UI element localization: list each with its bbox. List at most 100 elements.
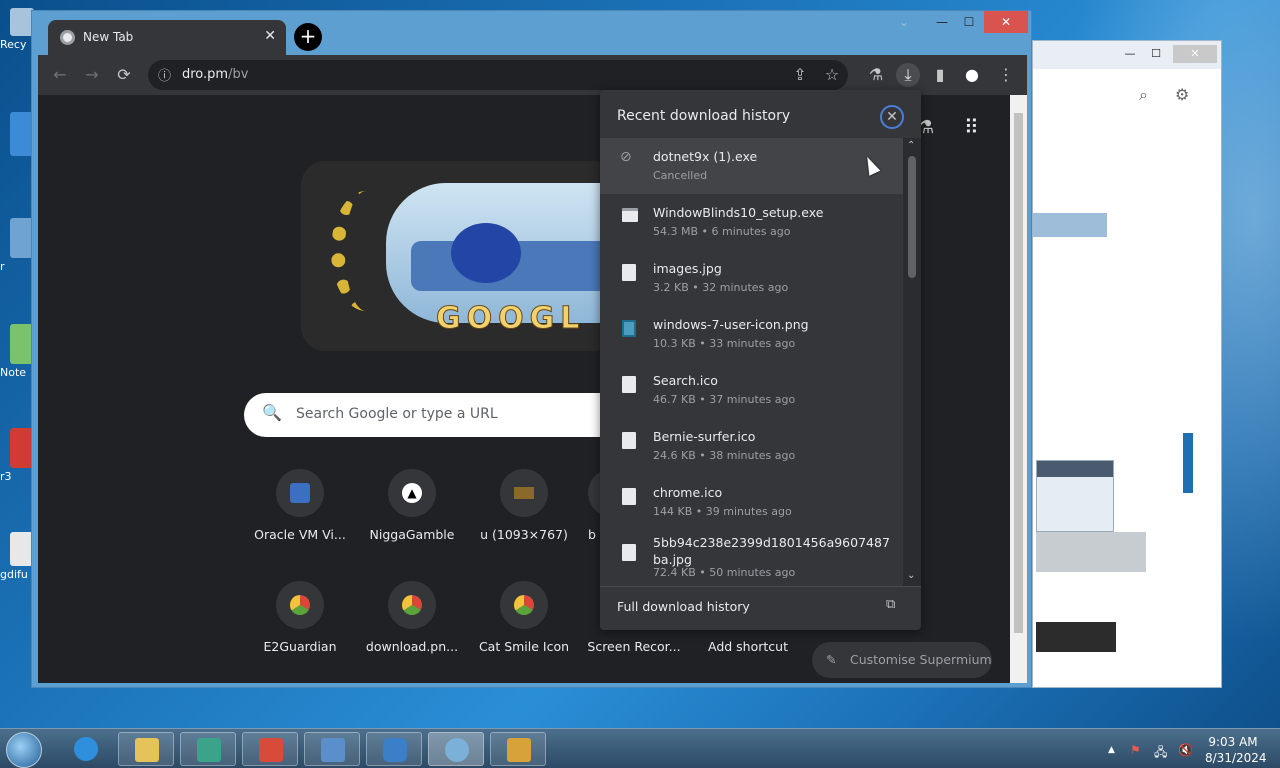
maximize-button[interactable]: ☐ [1143, 45, 1169, 63]
profile-icon[interactable]: ● [960, 63, 984, 87]
share-icon[interactable]: ⇪ [788, 63, 812, 87]
file-icon [622, 264, 636, 281]
taskbar-app-supermium[interactable] [428, 732, 484, 766]
panel-close-button[interactable]: ✕ [880, 105, 904, 129]
folder-icon [135, 738, 159, 762]
shortcut-icon-wrap [388, 581, 436, 629]
site-info-icon[interactable]: ⓘ [158, 65, 171, 84]
scrollbar-thumb[interactable] [908, 156, 916, 278]
taskbar-app-search[interactable] [366, 732, 422, 766]
desktop-icon-notepad[interactable]: Note [0, 324, 34, 379]
system-clock[interactable]: 9:03 AM 8/31/2024 [1205, 734, 1267, 766]
bookmark-star-icon[interactable]: ☆ [820, 63, 844, 87]
download-item[interactable]: WindowBlinds10_setup.exe 54.3 MB • 6 min… [600, 194, 903, 250]
search-placeholder: Search Google or type a URL [296, 406, 498, 422]
explorer-icon [507, 738, 531, 762]
network-icon[interactable]: 🖧 [1154, 743, 1167, 764]
taskbar-app-control-panel[interactable] [304, 732, 360, 766]
app-icon [259, 738, 283, 762]
taskbar-app-internet-explorer[interactable] [58, 732, 114, 766]
window-maximize-button[interactable]: ☐ [956, 11, 982, 33]
taskbar-app-explorer[interactable] [490, 732, 546, 766]
download-item[interactable]: ⊘ dotnet9x (1).exe Cancelled [600, 138, 903, 194]
shortcut-label: NiggaGamble [369, 527, 455, 542]
tray-expand-icon[interactable]: ▲ [1108, 745, 1115, 755]
back-button[interactable]: ← [48, 63, 72, 87]
minimize-button[interactable]: — [1117, 45, 1143, 63]
oracle-vm-icon [290, 483, 310, 503]
shortcut-icon-wrap [500, 469, 548, 517]
shortcut-cat-smile-icon[interactable]: Cat Smile Icon [468, 581, 580, 654]
magnifier-icon [383, 738, 407, 762]
doodle-logo-text: GOOGL [435, 301, 586, 337]
new-tab-button[interactable]: + [294, 23, 322, 51]
download-button[interactable]: ⤓ [896, 63, 920, 87]
desktop-icon-gdifu[interactable]: gdifu [0, 532, 34, 581]
page-scrollbar[interactable] [1010, 95, 1027, 683]
desktop-icon-r3[interactable]: r3 [0, 428, 34, 483]
tab-close-button[interactable]: ✕ [264, 28, 276, 44]
full-history-label: Full download history [617, 599, 750, 614]
mini-window-2[interactable] [1036, 622, 1116, 652]
download-status: 24.6 KB • 38 minutes ago [653, 449, 796, 462]
download-status: 72.4 KB • 50 minutes ago [653, 566, 796, 579]
download-status: 54.3 MB • 6 minutes ago [653, 225, 791, 238]
desktop-icon-2[interactable] [0, 112, 34, 158]
url-text: dro.pm/bv [182, 67, 248, 82]
close-button[interactable]: ✕ [1173, 45, 1217, 63]
background-window-titlebar[interactable]: — ☐ ✕ [1033, 41, 1221, 69]
start-button[interactable] [6, 732, 42, 768]
window-close-button[interactable]: ✕ [984, 11, 1028, 33]
desktop-icon-3[interactable]: r [0, 218, 34, 273]
download-filename: windows-7-user-icon.png [653, 317, 809, 332]
labs-icon[interactable]: ⚗ [864, 63, 888, 87]
address-bar[interactable]: ⓘ dro.pm/bv ⇪ ☆ [148, 60, 848, 90]
scroll-down-icon[interactable]: ⌄ [907, 570, 915, 581]
reload-button[interactable]: ⟳ [112, 63, 136, 87]
shortcut-u[interactable]: u (1093×767) [468, 469, 580, 542]
desktop-icon-recycle-bin[interactable]: Recy [0, 8, 34, 51]
menu-button[interactable]: ⋮ [994, 63, 1018, 87]
action-center-flag-icon[interactable]: ⚑ [1130, 743, 1141, 757]
download-item[interactable]: chrome.ico 144 KB • 39 minutes ago [600, 474, 903, 530]
globe-icon [290, 595, 310, 615]
browser-icon [445, 738, 469, 762]
download-item[interactable]: Bernie-surfer.ico 24.6 KB • 38 minutes a… [600, 418, 903, 474]
taskbar-app-4[interactable] [242, 732, 298, 766]
tab-search-chevron-icon[interactable]: ⌄ [892, 11, 916, 33]
shortcut-oracle-vm[interactable]: Oracle VM Vi... [244, 469, 356, 542]
search-icon[interactable]: ⌕ [1139, 85, 1148, 105]
background-window[interactable]: — ☐ ✕ ⌕ ⚙ [1032, 40, 1222, 688]
download-status: 3.2 KB • 32 minutes ago [653, 281, 789, 294]
download-item[interactable]: Search.ico 46.7 KB • 37 minutes ago [600, 362, 903, 418]
shortcut-label: Screen Recor... [587, 639, 681, 654]
scrollbar-thumb[interactable] [1014, 113, 1023, 633]
volume-muted-icon[interactable]: 🔇 [1178, 743, 1193, 757]
google-doodle[interactable]: GOOGL [301, 161, 616, 351]
taskbar: ▲ ⚑ 🖧 🔇 9:03 AM 8/31/2024 [0, 728, 1280, 768]
apps-grid-icon[interactable]: ⠿ [964, 115, 979, 139]
gear-icon[interactable]: ⚙ [1175, 85, 1189, 104]
download-item[interactable]: images.jpg 3.2 KB • 32 minutes ago [600, 250, 903, 306]
shortcut-niggagamble[interactable]: ▲ NiggaGamble [356, 469, 468, 542]
taskbar-app-file-explorer[interactable] [118, 732, 174, 766]
download-list-scrollbar[interactable]: ⌃ ⌄ [903, 138, 921, 586]
shortcut-e2guardian[interactable]: E2Guardian [244, 581, 356, 654]
taskbar-app-3[interactable] [180, 732, 236, 766]
shortcut-download-png[interactable]: download.pn... [356, 581, 468, 654]
clock-time: 9:03 AM [1208, 735, 1258, 749]
customise-button[interactable]: ✎ Customise Supermium [812, 642, 992, 678]
panel-title: Recent download history [617, 108, 791, 124]
doodle-bird [451, 223, 521, 283]
background-panel [1036, 532, 1146, 572]
forward-button[interactable]: → [80, 63, 104, 87]
window-minimize-button[interactable]: — [928, 11, 956, 33]
download-item[interactable]: 5bb94c238e2399d1801456a9607487ba.jpg 72.… [600, 530, 903, 586]
side-panel-icon[interactable]: ▮ [928, 63, 952, 87]
download-filename: dotnet9x (1).exe [653, 149, 758, 164]
tab-new-tab[interactable]: New Tab ✕ [48, 20, 286, 55]
mini-window[interactable] [1036, 460, 1114, 532]
scroll-up-icon[interactable]: ⌃ [907, 140, 915, 151]
download-item[interactable]: windows-7-user-icon.png 10.3 KB • 33 min… [600, 306, 903, 362]
full-download-history-link[interactable]: Full download history ⧉ [600, 586, 921, 630]
